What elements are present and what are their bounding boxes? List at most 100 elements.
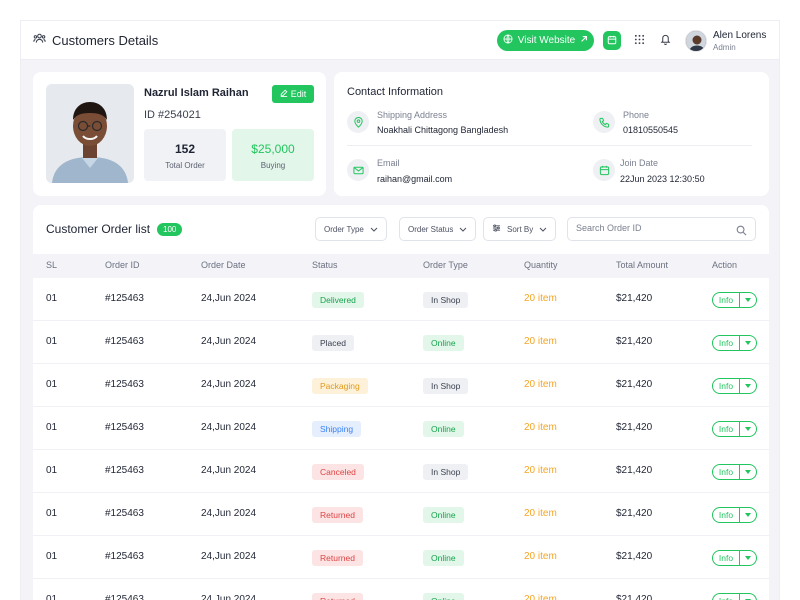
edit-button[interactable]: Edit xyxy=(272,85,314,103)
order-type-filter-label: Order Type xyxy=(324,224,364,234)
status-badge: Packaging xyxy=(312,378,368,394)
visit-website-button[interactable]: Visit Website xyxy=(497,30,594,51)
info-label: Info xyxy=(713,551,740,565)
mail-icon xyxy=(347,159,369,181)
column-header: Total Amount xyxy=(616,260,669,270)
cell-quantity: 20 item xyxy=(524,379,557,390)
info-label: Info xyxy=(713,293,740,307)
chevron-down-icon xyxy=(539,225,547,234)
phone-value: 01810550545 xyxy=(623,125,679,135)
order-list-title: Customer Order list xyxy=(46,222,151,236)
cell-total-amount: $21,420 xyxy=(616,422,653,433)
column-header: Status xyxy=(312,260,338,270)
contact-card: Contact Information Shipping Address Noa… xyxy=(334,72,769,196)
order-status-filter-label: Order Status xyxy=(408,224,454,234)
sliders-icon xyxy=(492,224,501,234)
search-box xyxy=(567,217,756,241)
info-action-button[interactable]: Info xyxy=(712,335,757,351)
cell-quantity: 20 item xyxy=(524,336,557,347)
cell-quantity: 20 item xyxy=(524,422,557,433)
order-list-card: Customer Order list 100 Order Type Order… xyxy=(33,205,769,600)
grid-icon xyxy=(634,32,645,50)
cell-total-amount: $21,420 xyxy=(616,594,653,600)
info-label: Info xyxy=(713,508,740,522)
cell-total-amount: $21,420 xyxy=(616,379,653,390)
cell-quantity: 20 item xyxy=(524,508,557,519)
cell-sl: 01 xyxy=(46,293,58,304)
cell-sl: 01 xyxy=(46,465,58,476)
email-label: Email xyxy=(377,158,400,168)
caret-down-icon[interactable] xyxy=(740,341,756,345)
cell-sl: 01 xyxy=(46,379,58,390)
search-icon[interactable] xyxy=(736,223,747,241)
order-type-badge: Online xyxy=(423,550,464,566)
join-date-value: 22Jun 2023 12:30:50 xyxy=(620,174,705,184)
customer-name: Nazrul Islam Raihan xyxy=(144,87,249,99)
cell-quantity: 20 item xyxy=(524,594,557,600)
cell-order-date: 24,Jun 2024 xyxy=(201,379,257,390)
column-header: SL xyxy=(46,260,58,270)
table-header: SL Order ID Order Date Status Order Type… xyxy=(33,254,769,278)
info-action-button[interactable]: Info xyxy=(712,593,757,600)
visit-website-label: Visit Website xyxy=(517,35,576,46)
cell-quantity: 20 item xyxy=(524,465,557,476)
calendar-button[interactable] xyxy=(603,31,621,50)
status-badge: Returned xyxy=(312,507,363,523)
column-header: Order Type xyxy=(423,260,468,270)
search-input[interactable] xyxy=(576,223,726,233)
cell-quantity: 20 item xyxy=(524,551,557,562)
top-bar: Customers Details Visit Website Alen Lor… xyxy=(21,20,779,60)
cell-order-id: #125463 xyxy=(105,508,144,519)
phone-icon xyxy=(593,111,615,133)
table-row: 01 #125463 24,Jun 2024 Packaging In Shop… xyxy=(33,364,769,407)
info-action-button[interactable]: Info xyxy=(712,464,757,480)
caret-down-icon[interactable] xyxy=(740,556,756,560)
user-name: Alen Lorens xyxy=(713,30,767,41)
calendar-icon xyxy=(593,159,615,181)
order-type-filter[interactable]: Order Type xyxy=(315,217,387,241)
cell-order-date: 24,Jun 2024 xyxy=(201,508,257,519)
email-value: raihan@gmail.com xyxy=(377,174,453,184)
cell-total-amount: $21,420 xyxy=(616,465,653,476)
page-title: Customers Details xyxy=(52,32,159,48)
caret-down-icon[interactable] xyxy=(740,513,756,517)
cell-sl: 01 xyxy=(46,508,58,519)
order-status-filter[interactable]: Order Status xyxy=(399,217,477,241)
info-label: Info xyxy=(713,336,740,350)
info-action-button[interactable]: Info xyxy=(712,421,757,437)
caret-down-icon[interactable] xyxy=(740,470,756,474)
total-order-label: Total Order xyxy=(165,161,205,170)
avatar[interactable] xyxy=(685,30,707,52)
info-action-button[interactable]: Info xyxy=(712,378,757,394)
shipping-address-label: Shipping Address xyxy=(377,110,448,120)
caret-down-icon[interactable] xyxy=(740,427,756,431)
caret-down-icon[interactable] xyxy=(740,384,756,388)
cell-total-amount: $21,420 xyxy=(616,336,653,347)
cell-order-id: #125463 xyxy=(105,336,144,347)
order-type-badge: Online xyxy=(423,593,464,600)
edit-icon xyxy=(280,89,288,99)
profile-card: Nazrul Islam Raihan ID #254021 Edit 152 … xyxy=(33,72,326,196)
info-action-button[interactable]: Info xyxy=(712,550,757,566)
info-action-button[interactable]: Info xyxy=(712,292,757,308)
cell-total-amount: $21,420 xyxy=(616,508,653,519)
cell-sl: 01 xyxy=(46,594,58,600)
cell-order-date: 24,Jun 2024 xyxy=(201,594,257,600)
order-type-badge: Online xyxy=(423,507,464,523)
status-badge: Placed xyxy=(312,335,354,351)
calendar-icon xyxy=(607,32,617,50)
arrow-up-right-icon xyxy=(580,35,588,46)
cell-order-date: 24,Jun 2024 xyxy=(201,465,257,476)
cell-order-id: #125463 xyxy=(105,379,144,390)
caret-down-icon[interactable] xyxy=(740,298,756,302)
apps-button[interactable] xyxy=(629,31,649,51)
notifications-button[interactable] xyxy=(655,31,675,51)
customer-photo xyxy=(46,84,134,183)
info-label: Info xyxy=(713,379,740,393)
buying-value: $25,000 xyxy=(251,142,295,156)
order-type-badge: Online xyxy=(423,335,464,351)
info-action-button[interactable]: Info xyxy=(712,507,757,523)
sort-by-dropdown[interactable]: Sort By xyxy=(483,217,557,241)
sort-by-label: Sort By xyxy=(507,224,534,234)
edit-label: Edit xyxy=(290,89,307,99)
